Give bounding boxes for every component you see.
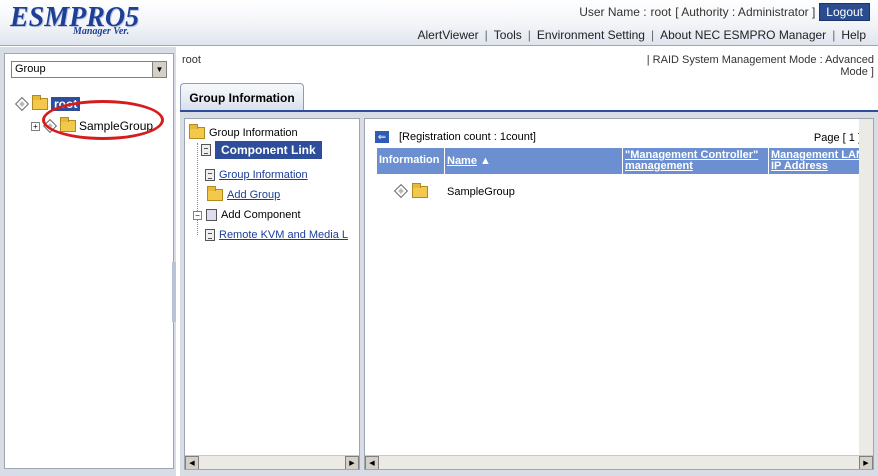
nav-horizontal-scrollbar[interactable]: ◀ ▶ bbox=[185, 455, 359, 469]
status-icon bbox=[393, 183, 409, 199]
esmpro-logo: ESMPRO5 Manager Ver. bbox=[10, 2, 170, 42]
column-name[interactable]: Name ▲ bbox=[445, 148, 623, 174]
authority-text: [ Authority : Administrator ] bbox=[675, 5, 816, 19]
view-select[interactable]: Group ▼ bbox=[11, 61, 167, 78]
scroll-left-icon[interactable]: ◀ bbox=[365, 455, 379, 469]
pane-splitter[interactable] bbox=[172, 262, 176, 322]
expand-icon[interactable]: + bbox=[31, 121, 40, 131]
document-icon bbox=[205, 229, 215, 241]
row-name[interactable]: SampleGroup bbox=[445, 186, 515, 198]
page-indicator: Page [ 1 ] bbox=[813, 132, 861, 144]
column-management-controller[interactable]: "Management Controller" management bbox=[623, 148, 769, 174]
view-select-value: Group bbox=[15, 63, 46, 75]
top-menu: AlertViewer | Tools | Environment Settin… bbox=[412, 27, 872, 43]
document-icon bbox=[201, 144, 211, 156]
menu-help[interactable]: Help bbox=[835, 28, 872, 42]
scroll-right-icon[interactable]: ▶ bbox=[859, 455, 873, 469]
logout-button[interactable]: Logout bbox=[819, 3, 870, 21]
nav-item-add-group[interactable]: Add Group bbox=[207, 186, 280, 201]
back-arrow-icon[interactable]: ⇐ bbox=[375, 131, 389, 143]
status-icon bbox=[14, 96, 30, 112]
document-icon bbox=[205, 169, 215, 181]
menu-about[interactable]: About NEC ESMPRO Manager bbox=[654, 28, 832, 42]
content-area: Group Information Component Link Group I… bbox=[180, 112, 878, 476]
breadcrumb: root bbox=[182, 54, 201, 66]
computer-icon bbox=[206, 209, 217, 221]
table-header: Information Name ▲ "Management Controlle… bbox=[377, 148, 873, 174]
row-info-icons bbox=[377, 183, 445, 199]
collapse-icon[interactable]: − bbox=[193, 210, 202, 220]
main-panel: ⇐ [Registration count : 1count] Page [ 1… bbox=[364, 118, 874, 470]
menu-tools[interactable]: Tools bbox=[488, 28, 528, 42]
menu-alertviewer[interactable]: AlertViewer bbox=[412, 28, 485, 42]
logo-version-text: Manager Ver. bbox=[73, 26, 130, 37]
sort-ascending-icon: ▲ bbox=[480, 155, 491, 167]
user-name-value: root bbox=[650, 5, 672, 19]
nav-item-group-information[interactable]: Group Information bbox=[205, 169, 308, 181]
chevron-down-icon[interactable]: ▼ bbox=[152, 62, 166, 77]
main-vertical-scrollbar[interactable] bbox=[859, 119, 873, 455]
scroll-left-icon[interactable]: ◀ bbox=[185, 455, 199, 469]
folder-add-icon bbox=[207, 186, 223, 201]
nav-item-label[interactable]: Group Information bbox=[219, 169, 308, 181]
nav-title: Group Information bbox=[189, 124, 298, 139]
folder-icon bbox=[189, 124, 205, 139]
main-horizontal-scrollbar[interactable]: ◀ ▶ bbox=[365, 455, 873, 469]
nav-item-label: Add Component bbox=[221, 209, 301, 221]
folder-icon bbox=[412, 183, 428, 198]
app-header: ESMPRO5 Manager Ver. User Name : root [ … bbox=[0, 0, 878, 46]
scroll-track[interactable] bbox=[199, 457, 345, 469]
raid-mode-text: | RAID System Management Mode : Advanced… bbox=[646, 54, 874, 78]
nav-item-remote-kvm[interactable]: Remote KVM and Media L bbox=[205, 229, 348, 241]
nav-panel: Group Information Component Link Group I… bbox=[184, 118, 360, 470]
scroll-track[interactable] bbox=[379, 457, 859, 469]
user-info: User Name : root [ Authority : Administr… bbox=[579, 3, 870, 21]
nav-item-component-link[interactable]: Component Link bbox=[201, 141, 322, 159]
column-name-label[interactable]: Name bbox=[447, 155, 477, 167]
annotation-circle bbox=[42, 100, 164, 140]
registration-line: ⇐ [Registration count : 1count] bbox=[375, 131, 536, 143]
scroll-right-icon[interactable]: ▶ bbox=[345, 455, 359, 469]
user-name-label: User Name : bbox=[579, 5, 647, 19]
column-information: Information bbox=[377, 148, 445, 174]
nav-item-add-component[interactable]: − Add Component bbox=[193, 209, 301, 221]
folder-icon bbox=[32, 95, 48, 110]
tab-group-information[interactable]: Group Information bbox=[180, 83, 304, 111]
table-row[interactable]: SampleGroup bbox=[377, 183, 515, 201]
nav-item-label[interactable]: Add Group bbox=[227, 189, 280, 201]
nav-item-label[interactable]: Component Link bbox=[215, 141, 322, 159]
tree-guide bbox=[197, 143, 198, 235]
nav-item-label[interactable]: Remote KVM and Media L bbox=[219, 229, 348, 241]
menu-environment-setting[interactable]: Environment Setting bbox=[531, 28, 651, 42]
nav-title-label: Group Information bbox=[209, 127, 298, 139]
registration-count: [Registration count : 1count] bbox=[399, 131, 536, 143]
